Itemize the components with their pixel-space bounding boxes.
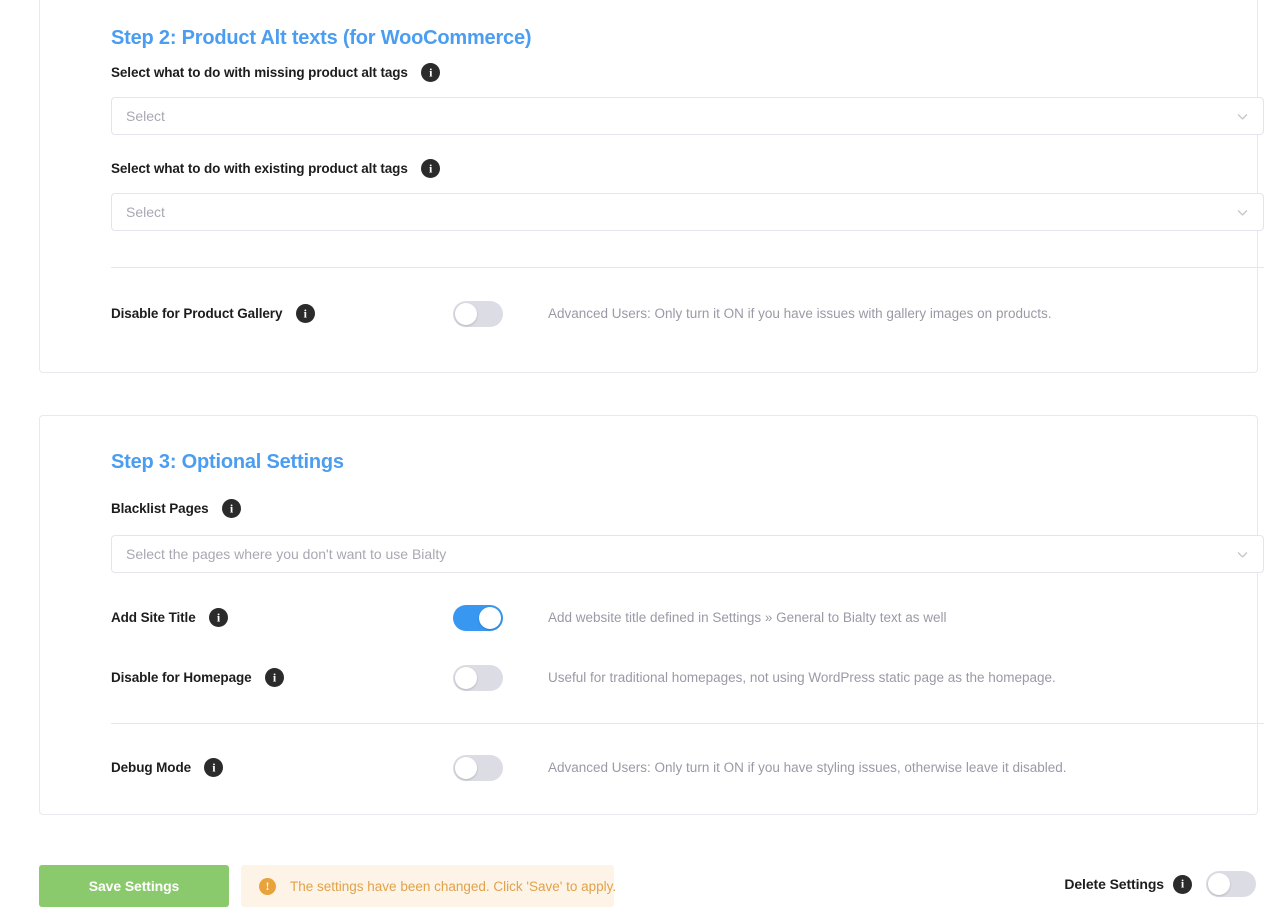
missing-alt-tags-label-group: Select what to do with missing product a… xyxy=(111,63,441,82)
step3-card: Step 3: Optional Settings Blacklist Page… xyxy=(39,415,1264,815)
missing-alt-tags-select[interactable]: Select xyxy=(111,97,1264,135)
delete-settings-group: Delete Settings i xyxy=(1064,871,1279,897)
blacklist-pages-select[interactable]: Select the pages where you don't want to… xyxy=(111,535,1264,573)
add-site-title-toggle[interactable] xyxy=(453,605,503,631)
toggle-knob xyxy=(455,757,477,779)
toggle-knob xyxy=(455,667,477,689)
missing-alt-tags-label: Select what to do with missing product a… xyxy=(111,65,408,80)
info-glyph: i xyxy=(1180,876,1185,891)
step2-card: Step 2: Product Alt texts (for WooCommer… xyxy=(39,0,1264,373)
disable-product-gallery-row: Disable for Product Gallery i Advanced U… xyxy=(40,301,1257,327)
debug-mode-toggle[interactable] xyxy=(453,755,503,781)
info-icon[interactable]: i xyxy=(295,304,315,323)
debug-mode-label-group: Debug Mode i xyxy=(111,758,224,777)
disable-product-gallery-label-group: Disable for Product Gallery i xyxy=(111,304,315,323)
debug-mode-helper: Advanced Users: Only turn it ON if you h… xyxy=(548,760,1067,775)
debug-mode-label: Debug Mode xyxy=(111,760,191,775)
settings-changed-text: The settings have been changed. Click 'S… xyxy=(290,878,617,894)
info-icon[interactable]: i xyxy=(1173,874,1192,894)
disable-homepage-helper: Useful for traditional homepages, not us… xyxy=(548,670,1056,685)
info-icon[interactable]: i xyxy=(209,608,229,627)
save-settings-button[interactable]: Save Settings xyxy=(39,865,229,907)
existing-alt-tags-label: Select what to do with existing product … xyxy=(111,161,408,176)
info-icon[interactable]: i xyxy=(222,499,242,518)
info-glyph: i xyxy=(229,501,234,515)
disable-homepage-label-group: Disable for Homepage i xyxy=(111,668,284,687)
toggle-knob xyxy=(455,303,477,325)
chevron-down-icon xyxy=(1236,110,1249,123)
step3-title: Step 3: Optional Settings xyxy=(111,451,344,473)
debug-mode-row: Debug Mode i Advanced Users: Only turn i… xyxy=(40,755,1257,781)
disable-homepage-label: Disable for Homepage xyxy=(111,670,252,685)
add-site-title-label: Add Site Title xyxy=(111,610,196,625)
chevron-down-icon xyxy=(1236,548,1249,561)
exclamation-circle-icon: ! xyxy=(259,877,276,895)
disable-homepage-toggle[interactable] xyxy=(453,665,503,691)
delete-settings-label: Delete Settings xyxy=(1064,876,1164,892)
existing-alt-tags-label-group: Select what to do with existing product … xyxy=(111,159,441,178)
settings-changed-notice: ! The settings have been changed. Click … xyxy=(241,865,617,907)
info-glyph: i xyxy=(212,760,216,774)
existing-alt-tags-select[interactable]: Select xyxy=(111,193,1264,231)
divider xyxy=(111,723,1264,724)
info-glyph: i xyxy=(303,306,307,320)
footer-bar: Save Settings ! The settings have been c… xyxy=(0,856,1279,913)
info-glyph: i xyxy=(429,65,433,79)
step2-title: Step 2: Product Alt texts (for WooCommer… xyxy=(111,27,532,49)
blacklist-pages-label-group: Blacklist Pages i xyxy=(111,499,242,518)
blacklist-pages-select-placeholder: Select the pages where you don't want to… xyxy=(126,546,447,562)
info-glyph: i xyxy=(216,610,221,624)
info-icon[interactable]: i xyxy=(421,159,441,178)
disable-product-gallery-helper: Advanced Users: Only turn it ON if you h… xyxy=(548,306,1052,321)
info-glyph: i xyxy=(272,670,277,684)
info-icon[interactable]: i xyxy=(265,668,284,687)
missing-alt-tags-select-placeholder: Select xyxy=(126,108,165,124)
disable-product-gallery-toggle[interactable] xyxy=(453,301,503,327)
toggle-knob xyxy=(1208,873,1230,895)
info-glyph: i xyxy=(429,161,433,175)
divider xyxy=(111,267,1264,268)
add-site-title-label-group: Add Site Title i xyxy=(111,608,229,627)
toggle-knob xyxy=(479,607,501,629)
blacklist-pages-label: Blacklist Pages xyxy=(111,501,209,516)
add-site-title-row: Add Site Title i Add website title defin… xyxy=(40,605,1257,631)
add-site-title-helper: Add website title defined in Settings » … xyxy=(548,610,947,625)
info-icon[interactable]: i xyxy=(204,758,224,777)
warn-glyph: ! xyxy=(265,878,270,893)
disable-homepage-row: Disable for Homepage i Useful for tradit… xyxy=(40,665,1257,691)
delete-settings-toggle[interactable] xyxy=(1206,871,1256,897)
disable-product-gallery-label: Disable for Product Gallery xyxy=(111,306,283,321)
info-icon[interactable]: i xyxy=(421,63,441,82)
chevron-down-icon xyxy=(1236,206,1249,219)
existing-alt-tags-select-placeholder: Select xyxy=(126,204,165,220)
